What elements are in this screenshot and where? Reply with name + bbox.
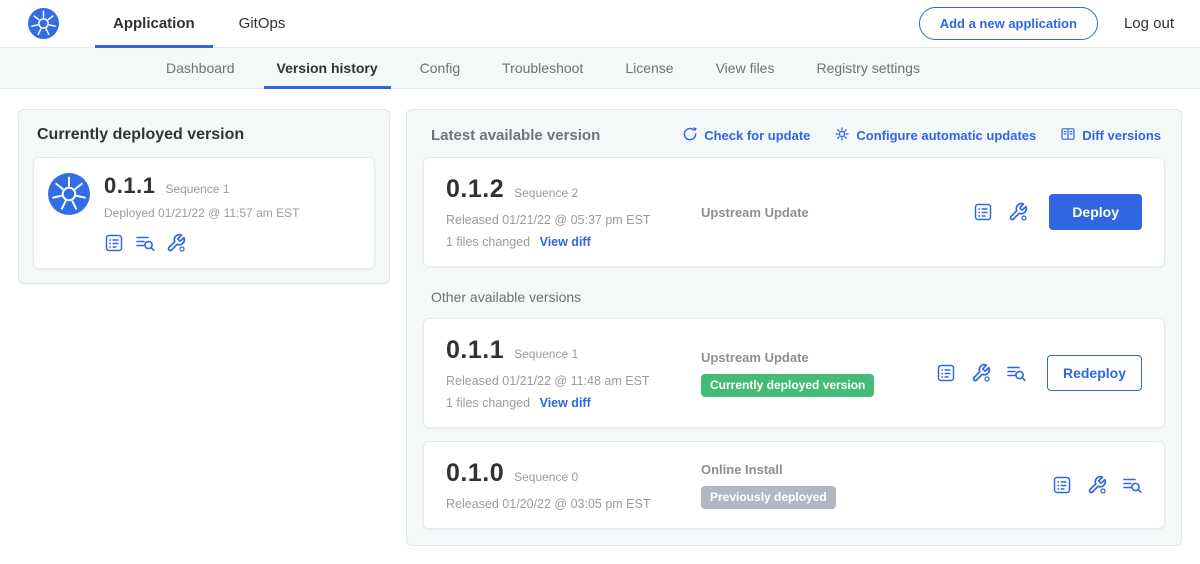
release-notes-icon[interactable] [104, 233, 124, 253]
version-number: 0.1.0 [446, 459, 504, 488]
configure-updates-label: Configure automatic updates [856, 128, 1036, 143]
config-icon[interactable] [1087, 475, 1107, 495]
configure-updates-link[interactable]: Configure automatic updates [834, 126, 1036, 145]
tab-config[interactable]: Config [399, 48, 481, 88]
primary-nav: Application GitOps [91, 0, 307, 48]
version-card: 0.1.0 Sequence 0 Released 01/20/22 @ 03:… [423, 441, 1165, 529]
deploy-button[interactable]: Deploy [1049, 194, 1142, 230]
source-label: Online Install [701, 462, 1042, 477]
logout-link[interactable]: Log out [1124, 15, 1174, 32]
version-source: Online Install Previously deployed [701, 462, 1052, 509]
tab-troubleshoot[interactable]: Troubleshoot [481, 48, 604, 88]
version-card: 0.1.1 Sequence 1 Released 01/21/22 @ 11:… [423, 318, 1165, 428]
diff-versions-link[interactable]: Diff versions [1060, 126, 1161, 145]
deployed-actions [104, 233, 299, 253]
check-for-update-link[interactable]: Check for update [682, 126, 810, 145]
version-info: 0.1.2 Sequence 2 Released 01/21/22 @ 05:… [446, 175, 701, 249]
config-icon[interactable] [971, 363, 991, 383]
version-actions [1052, 475, 1142, 495]
version-info: 0.1.0 Sequence 0 Released 01/20/22 @ 03:… [446, 459, 701, 511]
diff-icon[interactable] [1122, 475, 1142, 495]
top-bar: Application GitOps Add a new application… [0, 0, 1200, 48]
release-notes-icon[interactable] [1052, 475, 1072, 495]
deployed-version-number: 0.1.1 [104, 173, 155, 199]
released-timestamp: Released 01/20/22 @ 03:05 pm EST [446, 497, 701, 511]
header-actions: Check for update Configure automatic upd… [682, 126, 1161, 145]
app-icon [48, 173, 90, 253]
deployed-version-card: 0.1.1 Sequence 1 Deployed 01/21/22 @ 11:… [33, 157, 375, 269]
version-sequence: Sequence 1 [514, 347, 578, 361]
version-actions: Deploy [973, 194, 1142, 230]
currently-deployed-title: Currently deployed version [37, 126, 371, 144]
check-for-update-label: Check for update [704, 128, 810, 143]
version-source: Upstream Update Currently deployed versi… [701, 350, 936, 397]
currently-deployed-badge: Currently deployed version [701, 374, 874, 397]
version-source: Upstream Update [701, 205, 973, 220]
available-versions-panel: Latest available version Check for updat… [406, 109, 1182, 546]
refresh-icon [682, 126, 698, 145]
diff-versions-icon [1060, 126, 1076, 145]
version-card-latest: 0.1.2 Sequence 2 Released 01/21/22 @ 05:… [423, 157, 1165, 267]
version-number: 0.1.2 [446, 175, 504, 204]
available-versions-header: Latest available version Check for updat… [423, 120, 1165, 157]
diff-icon[interactable] [1006, 363, 1026, 383]
version-info: 0.1.1 Sequence 1 Released 01/21/22 @ 11:… [446, 336, 701, 410]
config-icon[interactable] [166, 233, 186, 253]
release-notes-icon[interactable] [973, 202, 993, 222]
files-changed-label: 1 files changed [446, 235, 530, 249]
version-actions: Redeploy [936, 355, 1142, 391]
released-timestamp: Released 01/21/22 @ 11:48 am EST [446, 374, 701, 388]
tab-license[interactable]: License [604, 48, 694, 88]
released-timestamp: Released 01/21/22 @ 05:37 pm EST [446, 213, 701, 227]
tab-gitops[interactable]: GitOps [217, 0, 308, 48]
release-notes-icon[interactable] [936, 363, 956, 383]
files-changed-label: 1 files changed [446, 396, 530, 410]
source-label: Upstream Update [701, 350, 926, 365]
add-application-button[interactable]: Add a new application [919, 7, 1098, 40]
tab-version-history[interactable]: Version history [256, 48, 399, 88]
version-number: 0.1.1 [446, 336, 504, 365]
source-label: Upstream Update [701, 205, 963, 220]
kubernetes-logo-icon [28, 8, 59, 39]
latest-available-title: Latest available version [431, 127, 600, 144]
diff-icon[interactable] [135, 233, 155, 253]
other-versions-title: Other available versions [431, 289, 1159, 305]
tab-application[interactable]: Application [91, 0, 217, 48]
previously-deployed-badge: Previously deployed [701, 486, 836, 509]
config-icon[interactable] [1008, 202, 1028, 222]
tab-registry-settings[interactable]: Registry settings [795, 48, 940, 88]
app-sub-nav: Dashboard Version history Config Trouble… [0, 48, 1200, 89]
tab-application-label: Application [113, 15, 195, 32]
view-diff-link[interactable]: View diff [540, 235, 591, 249]
currently-deployed-panel: Currently deployed version [18, 109, 390, 284]
files-changed-row: 1 files changed View diff [446, 396, 701, 410]
version-sequence: Sequence 2 [514, 186, 578, 200]
deployed-timestamp: Deployed 01/21/22 @ 11:57 am EST [104, 206, 299, 220]
files-changed-row: 1 files changed View diff [446, 235, 701, 249]
tab-gitops-label: GitOps [239, 15, 286, 32]
deployed-sequence: Sequence 1 [165, 182, 229, 196]
version-sequence: Sequence 0 [514, 470, 578, 484]
view-diff-link[interactable]: View diff [540, 396, 591, 410]
tab-view-files[interactable]: View files [695, 48, 796, 88]
tab-dashboard[interactable]: Dashboard [145, 48, 256, 88]
diff-versions-label: Diff versions [1082, 128, 1161, 143]
deployed-version-details: 0.1.1 Sequence 1 Deployed 01/21/22 @ 11:… [104, 173, 299, 253]
gear-icon [834, 126, 850, 145]
redeploy-button[interactable]: Redeploy [1047, 355, 1142, 391]
main-content: Currently deployed version [0, 89, 1200, 564]
